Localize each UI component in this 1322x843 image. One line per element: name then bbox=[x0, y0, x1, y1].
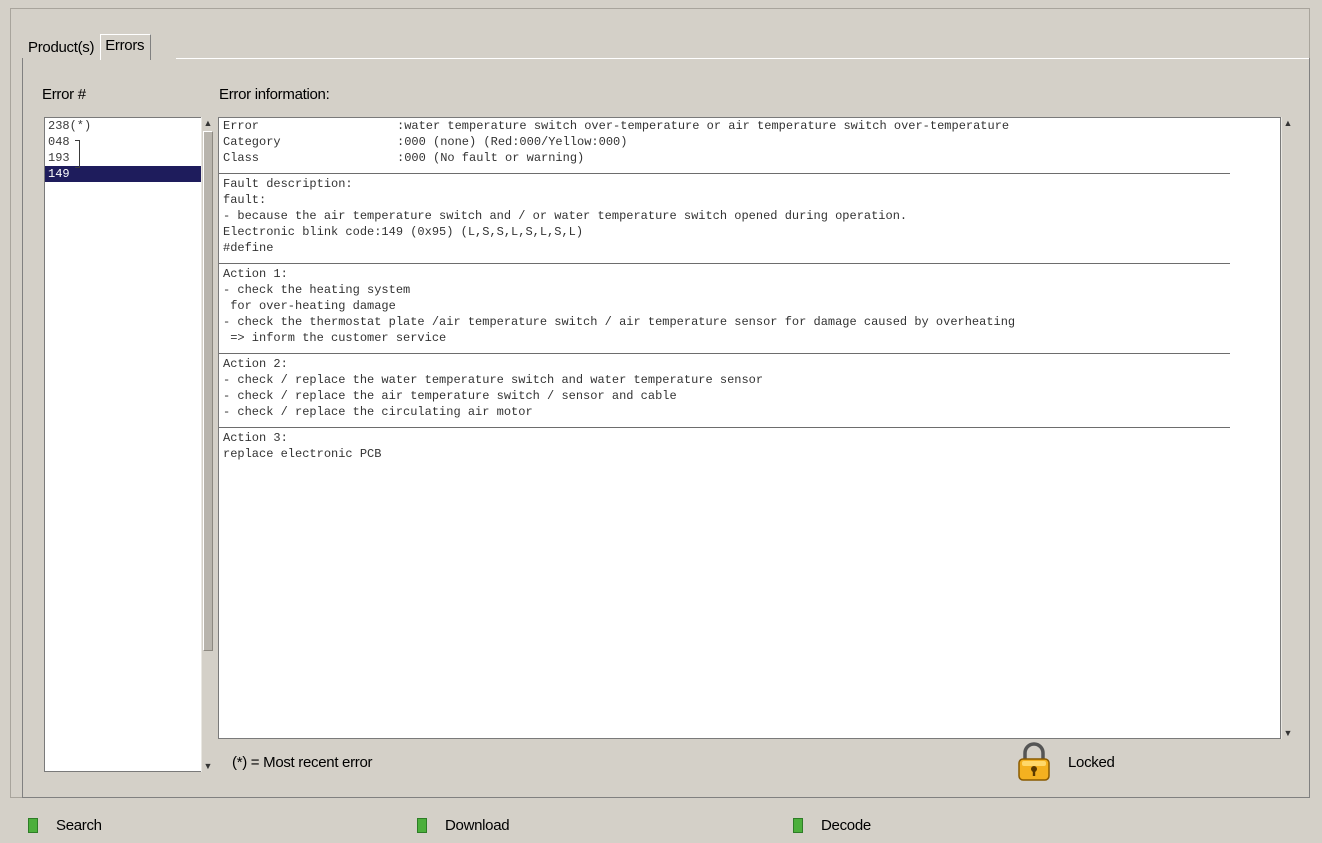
list-item[interactable]: 238(*) bbox=[45, 118, 201, 134]
error-info-panel: Error:water temperature switch over-temp… bbox=[218, 117, 1281, 739]
section-line: fault: bbox=[223, 193, 267, 207]
scroll-down-icon[interactable]: ▼ bbox=[1282, 727, 1294, 739]
error-info-scrollbar[interactable]: ▲ ▼ bbox=[1281, 117, 1294, 739]
section-divider bbox=[219, 353, 1230, 354]
section-line: #define bbox=[223, 241, 274, 255]
status-led-icon bbox=[28, 818, 38, 833]
section-title: Action 3: bbox=[223, 431, 288, 445]
search-button[interactable]: Search bbox=[28, 817, 102, 834]
tab-bar: Product(s) Errors bbox=[22, 30, 152, 60]
download-label: Download bbox=[445, 817, 510, 834]
section-line: - because the air temperature switch and… bbox=[223, 209, 908, 223]
scroll-up-icon[interactable]: ▲ bbox=[1282, 117, 1294, 129]
action-1-section: Action 1: - check the heating system for… bbox=[219, 266, 1280, 346]
action-2-section: Action 2: - check / replace the water te… bbox=[219, 356, 1280, 420]
info-field-class: Class:000 (No fault or warning) bbox=[223, 151, 585, 165]
section-title: Action 1: bbox=[223, 267, 288, 281]
section-line: replace electronic PCB bbox=[223, 447, 382, 461]
section-line: Electronic blink code:149 (0x95) (L,S,S,… bbox=[223, 225, 584, 239]
error-list-header: Error # bbox=[42, 86, 86, 103]
section-line: - check the thermostat plate /air temper… bbox=[223, 315, 1016, 329]
list-item[interactable]: 149 bbox=[45, 166, 201, 182]
list-item[interactable]: 048 bbox=[45, 134, 201, 150]
error-list[interactable]: 238(*) 048 193 149 bbox=[44, 117, 201, 772]
section-divider bbox=[219, 427, 1230, 428]
tab-errors[interactable]: Errors bbox=[100, 34, 152, 60]
info-field-category: Category:000 (none) (Red:000/Yellow:000) bbox=[223, 135, 628, 149]
occurrence-bracket bbox=[75, 140, 80, 168]
section-line: - check the heating system bbox=[223, 283, 411, 297]
tab-products[interactable]: Product(s) bbox=[22, 35, 100, 60]
section-line: => inform the customer service bbox=[223, 331, 447, 345]
download-button[interactable]: Download bbox=[417, 817, 510, 834]
scroll-down-icon[interactable]: ▼ bbox=[202, 760, 214, 772]
section-line: for over-heating damage bbox=[223, 299, 396, 313]
section-title: Action 2: bbox=[223, 357, 288, 371]
section-title: Fault description: bbox=[223, 177, 353, 191]
scroll-up-icon[interactable]: ▲ bbox=[202, 117, 214, 129]
section-divider bbox=[219, 263, 1230, 264]
scroll-thumb[interactable] bbox=[203, 131, 213, 651]
action-3-section: Action 3: replace electronic PCB bbox=[219, 430, 1280, 462]
decode-button[interactable]: Decode bbox=[793, 817, 871, 834]
most-recent-legend: (*) = Most recent error bbox=[232, 754, 373, 771]
fault-description-section: Fault description: fault: - because the … bbox=[219, 176, 1280, 256]
decode-label: Decode bbox=[821, 817, 871, 834]
search-label: Search bbox=[56, 817, 102, 834]
section-line: - check / replace the water temperature … bbox=[223, 373, 764, 387]
lock-status-label: Locked bbox=[1068, 754, 1115, 771]
info-field-error: Error:water temperature switch over-temp… bbox=[223, 119, 1010, 133]
list-item[interactable]: 193 bbox=[45, 150, 201, 166]
padlock-icon[interactable] bbox=[1016, 742, 1052, 782]
section-divider bbox=[219, 173, 1230, 174]
status-led-icon bbox=[417, 818, 427, 833]
section-line: - check / replace the air temperature sw… bbox=[223, 389, 677, 403]
status-led-icon bbox=[793, 818, 803, 833]
error-info-header: Error information: bbox=[219, 86, 330, 103]
section-line: - check / replace the circulating air mo… bbox=[223, 405, 533, 419]
error-list-scrollbar[interactable]: ▲ ▼ bbox=[201, 117, 214, 772]
